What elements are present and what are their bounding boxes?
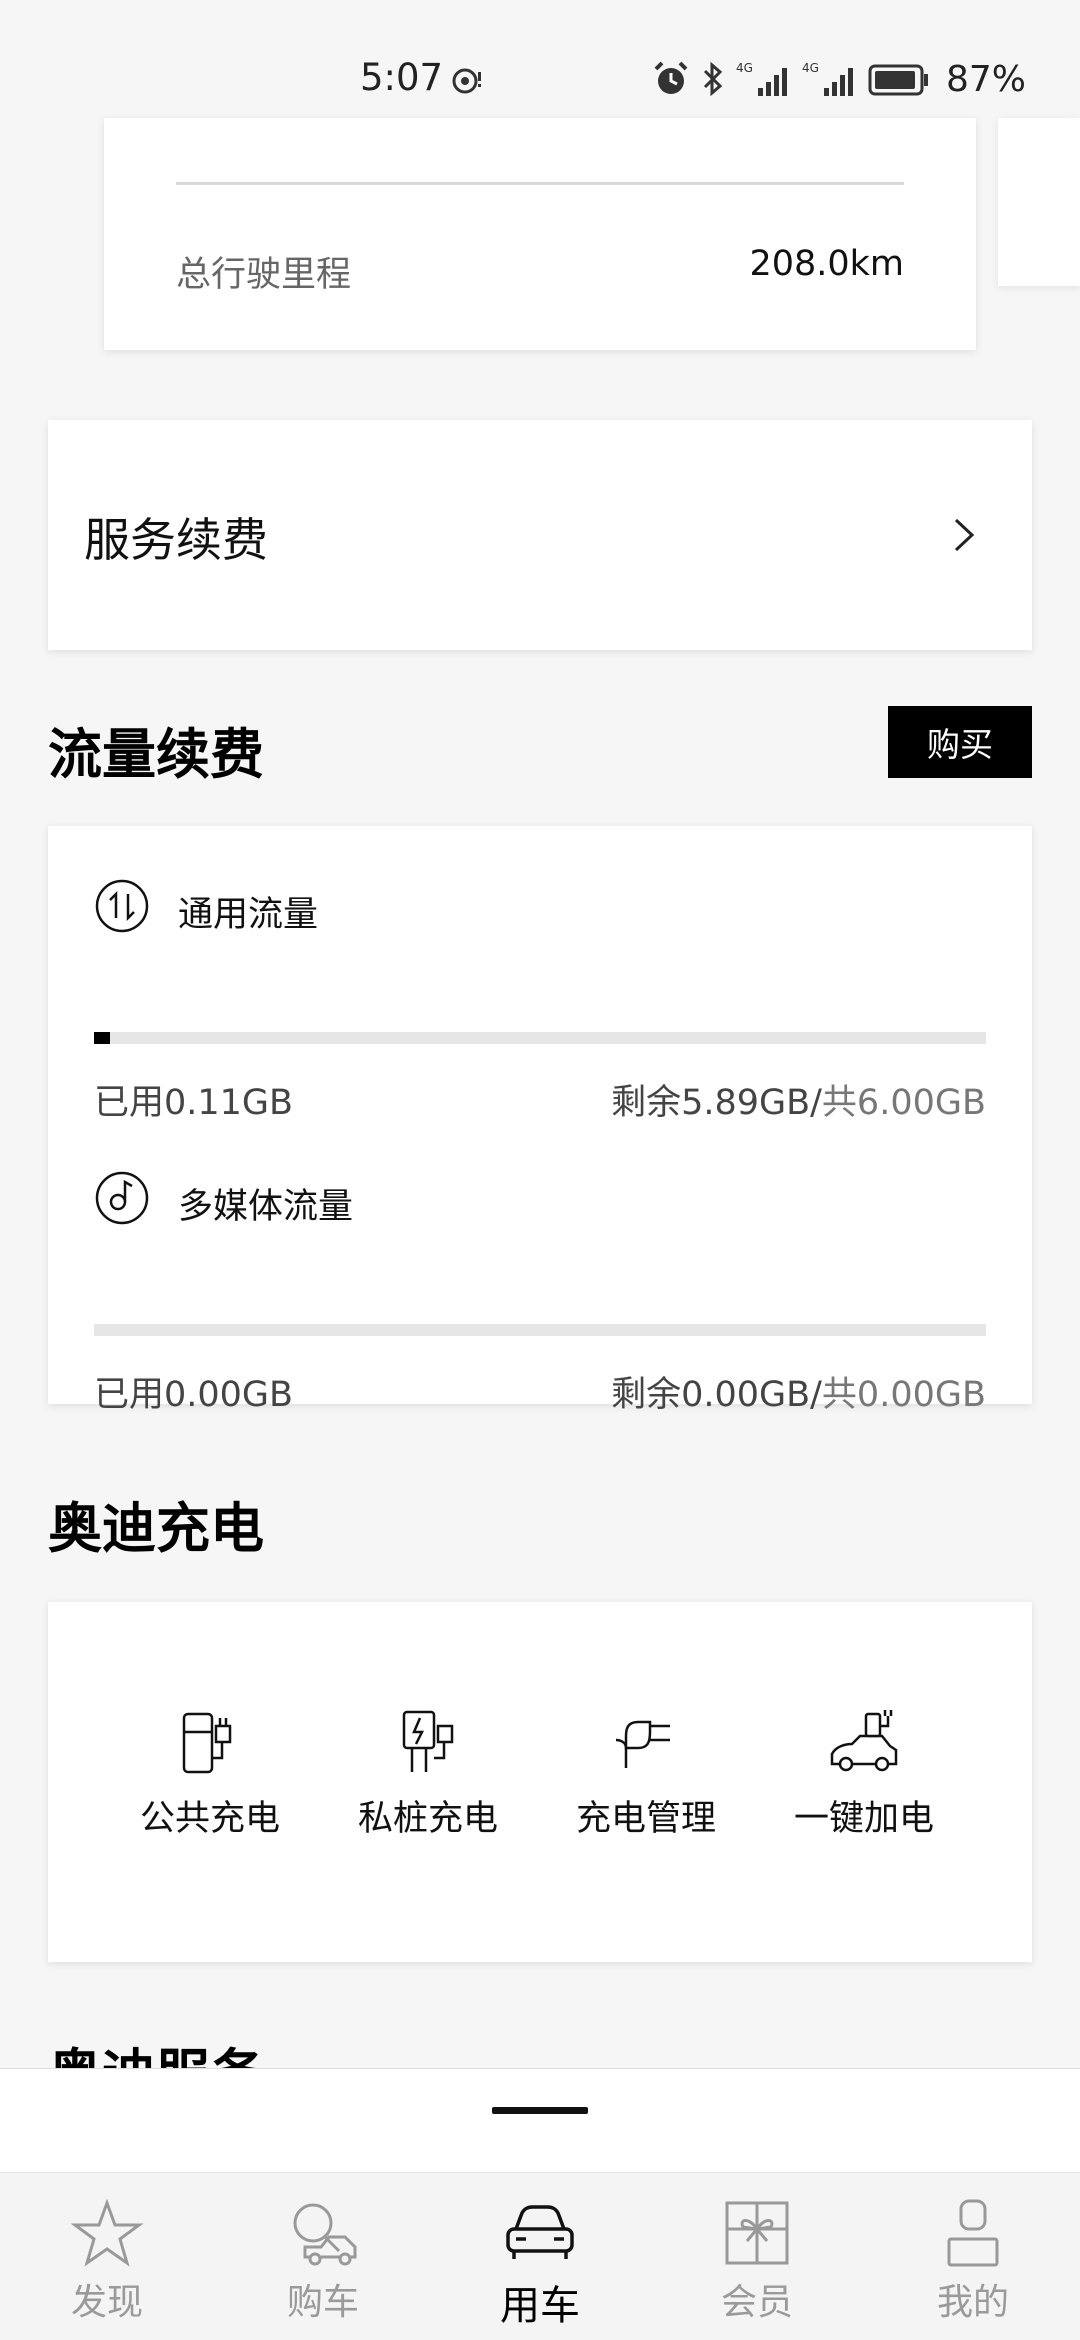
status-icons: 4G 4G 87% (652, 54, 1026, 104)
public-charging-item[interactable]: 公共充电 (110, 1702, 310, 1862)
mileage-value: 208.0km (749, 244, 904, 284)
traffic-item-name: 通用流量 (178, 895, 319, 935)
car-icon (506, 2205, 574, 2259)
tab-label: 购车 (286, 2282, 359, 2323)
traffic-item-general: 通用流量 已用0.11GB 剩余5.89GB/共6.00GB (94, 878, 986, 1123)
traffic-item-multimedia: 多媒体流量 已用0.00GB 剩余0.00GB/共0.00GB (94, 1170, 986, 1415)
svg-text:4G: 4G (736, 61, 753, 75)
traffic-item-name: 多媒体流量 (178, 1187, 354, 1227)
tab-buy-car[interactable]: 购车 (248, 2195, 398, 2335)
audi-service-section-title: 奥迪服务 (48, 2030, 264, 2070)
private-charging-item[interactable]: 私桩充电 (328, 1702, 528, 1862)
music-disc-icon (95, 1171, 149, 1225)
mileage-label: 总行驶里程 (176, 255, 352, 295)
remaining-amount: 剩余5.89GB/共6.00GB (611, 1074, 986, 1125)
remaining-text: 剩余0.00GB/ (611, 1375, 822, 1415)
one-tap-charge-item[interactable]: 一键加电 (764, 1702, 964, 1862)
location-sharing-icon (452, 68, 481, 94)
charging-card: 公共充电 私桩充电 充电管理 一键加电 (48, 1602, 1032, 1962)
tab-member[interactable]: 会员 (682, 2195, 832, 2335)
used-amount: 已用0.11GB (94, 1083, 294, 1123)
tab-mine[interactable]: 我的 (898, 2195, 1048, 2335)
remaining-text: 剩余5.89GB/ (611, 1083, 822, 1123)
total-text: 共6.00GB (821, 1083, 986, 1123)
charge-item-label: 公共充电 (139, 1799, 280, 1839)
total-text: 共0.00GB (821, 1375, 986, 1415)
traffic-section-title: 流量续费 (48, 723, 264, 786)
buy-car-icon (293, 2203, 357, 2266)
signal-4g-icon: 4G (736, 61, 787, 96)
divider (176, 182, 904, 185)
usage-bar (94, 1324, 986, 1336)
usage-bar (94, 1032, 986, 1044)
service-renewal-card[interactable]: 服务续费 (48, 420, 1032, 650)
used-amount: 已用0.00GB (94, 1375, 294, 1415)
tab-discover[interactable]: 发现 (32, 2195, 182, 2335)
buy-button[interactable]: 购买 (888, 706, 1032, 778)
charging-section-title: 奥迪充电 (48, 1497, 264, 1560)
chevron-right-icon (954, 518, 975, 552)
sheet-drag-handle[interactable] (492, 2107, 588, 2114)
status-time: 5:07 (360, 56, 444, 99)
car-charge-icon (830, 1710, 898, 1772)
next-stats-card[interactable] (998, 118, 1080, 286)
battery-icon (868, 64, 928, 96)
svg-text:4G: 4G (802, 61, 819, 75)
vehicle-stats-card: 总行驶里程 208.0km (104, 118, 976, 350)
bottom-sheet[interactable] (0, 2068, 1080, 2172)
tab-label: 我的 (936, 2282, 1009, 2323)
private-charger-icon (402, 1710, 454, 1772)
tab-label: 会员 (720, 2282, 793, 2323)
data-transfer-icon (95, 879, 149, 933)
tab-label: 用车 (500, 2283, 580, 2329)
user-icon (947, 2199, 999, 2267)
remaining-amount: 剩余0.00GB/共0.00GB (611, 1366, 986, 1417)
bluetooth-icon (703, 61, 723, 97)
charge-item-label: 私桩充电 (357, 1799, 498, 1839)
charge-item-label: 一键加电 (793, 1799, 934, 1839)
charging-management-item[interactable]: 充电管理 (546, 1702, 746, 1862)
tab-label: 发现 (70, 2282, 143, 2323)
usage-bar-fill (94, 1032, 111, 1044)
plug-icon (615, 1720, 670, 1768)
star-icon (70, 2198, 144, 2267)
signal-4g-icon-2: 4G (802, 61, 853, 96)
traffic-card: 通用流量 已用0.11GB 剩余5.89GB/共6.00GB 多媒体流量 已用0… (48, 826, 1032, 1415)
tab-use-car[interactable]: 用车 (465, 2195, 615, 2335)
charge-item-label: 充电管理 (575, 1799, 716, 1839)
battery-percent: 87% (945, 58, 1026, 100)
gift-icon (725, 2201, 789, 2265)
service-renewal-title: 服务续费 (84, 513, 268, 567)
alarm-icon (654, 61, 688, 94)
bottom-tab-bar: 发现 购车 用车 会员 我的 (0, 2172, 1080, 2340)
public-charger-icon (182, 1712, 232, 1774)
